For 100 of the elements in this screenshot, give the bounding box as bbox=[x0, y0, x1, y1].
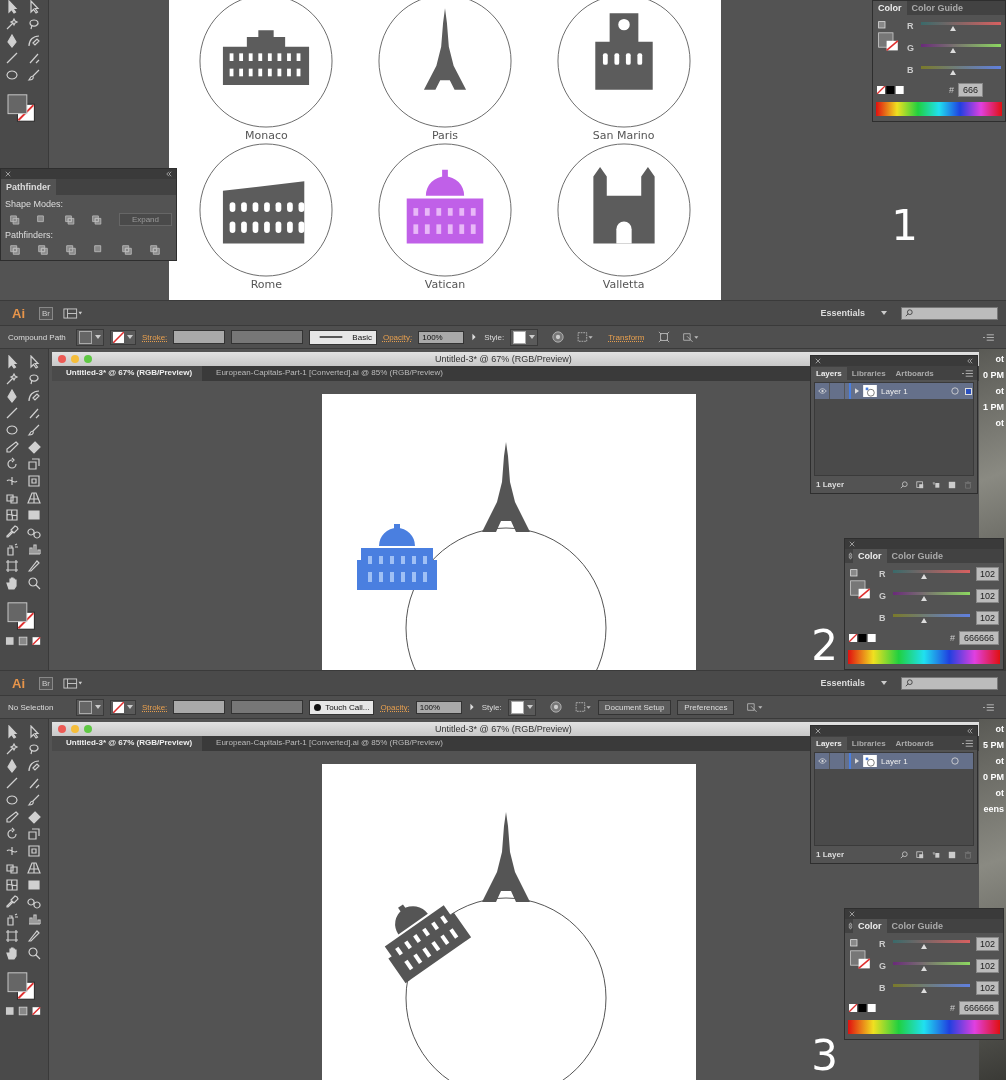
collapse-icon[interactable] bbox=[967, 358, 973, 364]
fill-color-dropdown[interactable] bbox=[76, 328, 104, 346]
clipping-mask-icon[interactable] bbox=[916, 850, 924, 859]
color-swatches[interactable] bbox=[849, 1004, 877, 1012]
stroke-link[interactable]: Stroke: bbox=[142, 702, 168, 712]
layer-row[interactable]: Layer 1 bbox=[815, 753, 973, 769]
close-icon[interactable] bbox=[815, 728, 821, 734]
target-circle-icon[interactable] bbox=[951, 757, 959, 765]
panel-tab[interactable]: Color Guide bbox=[886, 549, 948, 563]
graphic-style-dropdown[interactable] bbox=[510, 328, 539, 346]
caret-icon[interactable] bbox=[881, 311, 887, 315]
zoom-icon[interactable] bbox=[27, 576, 41, 590]
free-transform-icon[interactable] bbox=[27, 474, 41, 488]
search-icon[interactable] bbox=[900, 850, 908, 859]
stroke-weight-field[interactable] bbox=[173, 330, 226, 344]
rotate-icon[interactable] bbox=[5, 827, 19, 841]
close-icon[interactable] bbox=[849, 541, 855, 547]
eyedropper-icon[interactable] bbox=[5, 525, 19, 539]
panel-tab[interactable]: Color bbox=[853, 549, 887, 563]
color-wheel-icon[interactable] bbox=[549, 701, 562, 713]
toolbar-button[interactable]: Preferences bbox=[677, 699, 735, 715]
channel-value-field[interactable]: 102 bbox=[975, 611, 999, 625]
close-icon[interactable] bbox=[849, 911, 855, 917]
search-field[interactable] bbox=[901, 676, 998, 690]
panel-tab[interactable]: Layers bbox=[811, 736, 847, 750]
curvature-pen-icon[interactable] bbox=[27, 34, 41, 48]
slider-thumb[interactable] bbox=[920, 987, 927, 993]
opacity-field[interactable]: 100% bbox=[418, 330, 465, 344]
spray-can-icon[interactable] bbox=[5, 912, 19, 926]
panel-tab[interactable]: Artboards bbox=[890, 736, 939, 750]
channel-value-field[interactable]: 102 bbox=[975, 959, 999, 973]
arrange-documents-icon[interactable] bbox=[63, 307, 83, 319]
workspace-switcher[interactable]: Essentials bbox=[814, 307, 871, 319]
fill-stroke-icon[interactable] bbox=[877, 19, 901, 53]
eraser-icon[interactable] bbox=[27, 810, 41, 824]
slash-line-icon[interactable] bbox=[27, 51, 41, 65]
isolate-icon[interactable] bbox=[682, 331, 701, 343]
caret-icon[interactable] bbox=[881, 681, 887, 685]
opacity-link[interactable]: Opacity: bbox=[382, 332, 413, 342]
align-icon[interactable] bbox=[576, 331, 595, 343]
opacity-link[interactable]: Opacity: bbox=[380, 702, 410, 712]
stroke-link[interactable]: Stroke: bbox=[142, 332, 168, 342]
lasso-icon[interactable] bbox=[27, 372, 41, 386]
fill-stroke-icon[interactable] bbox=[849, 937, 873, 971]
panel-tab[interactable]: Color Guide bbox=[886, 919, 948, 933]
hex-field[interactable]: 666666 bbox=[958, 631, 999, 645]
overlapping-squares-icon[interactable] bbox=[63, 213, 76, 226]
panel-tab[interactable]: Libraries bbox=[846, 366, 891, 380]
gradient-icon[interactable] bbox=[27, 508, 41, 522]
pen-icon[interactable] bbox=[5, 759, 19, 773]
channel-value-field[interactable]: 102 bbox=[975, 567, 999, 581]
overlapping-squares-icon[interactable] bbox=[37, 244, 49, 256]
pencil-icon[interactable] bbox=[5, 440, 19, 454]
overlapping-squares-icon[interactable] bbox=[65, 244, 77, 256]
arrange-documents-icon[interactable] bbox=[63, 677, 83, 689]
color-spectrum[interactable] bbox=[848, 650, 1000, 664]
hex-field[interactable]: 666666 bbox=[958, 1001, 999, 1015]
up-down-arrows-icon[interactable] bbox=[848, 552, 853, 560]
color-swatches[interactable] bbox=[877, 86, 905, 94]
panel-menu-icon[interactable] bbox=[962, 738, 973, 748]
artboard-icon[interactable] bbox=[5, 929, 19, 943]
new-layer-icon[interactable] bbox=[948, 850, 956, 859]
color-spectrum[interactable] bbox=[848, 1020, 1000, 1034]
rotate-icon[interactable] bbox=[5, 457, 19, 471]
arrow-icon[interactable] bbox=[467, 702, 476, 712]
width-tool-icon[interactable] bbox=[5, 844, 19, 858]
workspace-switcher[interactable]: Essentials bbox=[814, 677, 871, 689]
bar-graph-icon[interactable] bbox=[27, 542, 41, 556]
line-tool-icon[interactable] bbox=[5, 406, 19, 420]
search-field[interactable] bbox=[901, 306, 998, 320]
clipping-mask-icon[interactable] bbox=[916, 480, 924, 489]
stroke-color-dropdown[interactable] bbox=[110, 699, 136, 715]
magic-wand-icon[interactable] bbox=[5, 742, 19, 756]
expand-triangle-icon[interactable] bbox=[855, 758, 859, 764]
panel-tab[interactable]: Color bbox=[873, 1, 907, 15]
collapse-icon[interactable] bbox=[967, 728, 973, 734]
variable-width-dropdown[interactable] bbox=[231, 330, 304, 344]
scale-icon[interactable] bbox=[27, 457, 41, 471]
document-tab[interactable]: European-Capitals-Part-1 [Converted].ai @ 85% (RGB/Preview) bbox=[202, 736, 453, 751]
paintbrush-icon[interactable] bbox=[27, 793, 41, 807]
brush-dropdown[interactable]: Basic bbox=[309, 329, 377, 345]
fill-color-dropdown[interactable] bbox=[76, 698, 104, 716]
brush-dropdown[interactable]: Touch Call... bbox=[309, 699, 375, 715]
document-tab[interactable]: Untitled-3* @ 67% (RGB/Preview) bbox=[52, 366, 203, 381]
gradient-icon[interactable] bbox=[27, 878, 41, 892]
mesh-icon[interactable] bbox=[5, 878, 19, 892]
toolbar-button[interactable]: Document Setup bbox=[597, 699, 672, 715]
curvature-pen-icon[interactable] bbox=[27, 759, 41, 773]
isolate-icon[interactable] bbox=[746, 701, 765, 713]
layer-row[interactable]: Layer 1 bbox=[815, 383, 973, 399]
selection-indicator[interactable] bbox=[964, 387, 972, 395]
overlapping-squares-icon[interactable] bbox=[121, 244, 133, 256]
channel-value-field[interactable]: 102 bbox=[975, 589, 999, 603]
pen-icon[interactable] bbox=[5, 389, 19, 403]
panel-tab[interactable]: Color Guide bbox=[906, 1, 968, 15]
selection-arrow-icon[interactable] bbox=[5, 725, 19, 739]
curvature-pen-icon[interactable] bbox=[27, 389, 41, 403]
direct-selection-icon[interactable] bbox=[27, 0, 41, 14]
panel-tab[interactable]: Artboards bbox=[890, 366, 939, 380]
overlapping-squares-icon[interactable] bbox=[149, 244, 161, 256]
